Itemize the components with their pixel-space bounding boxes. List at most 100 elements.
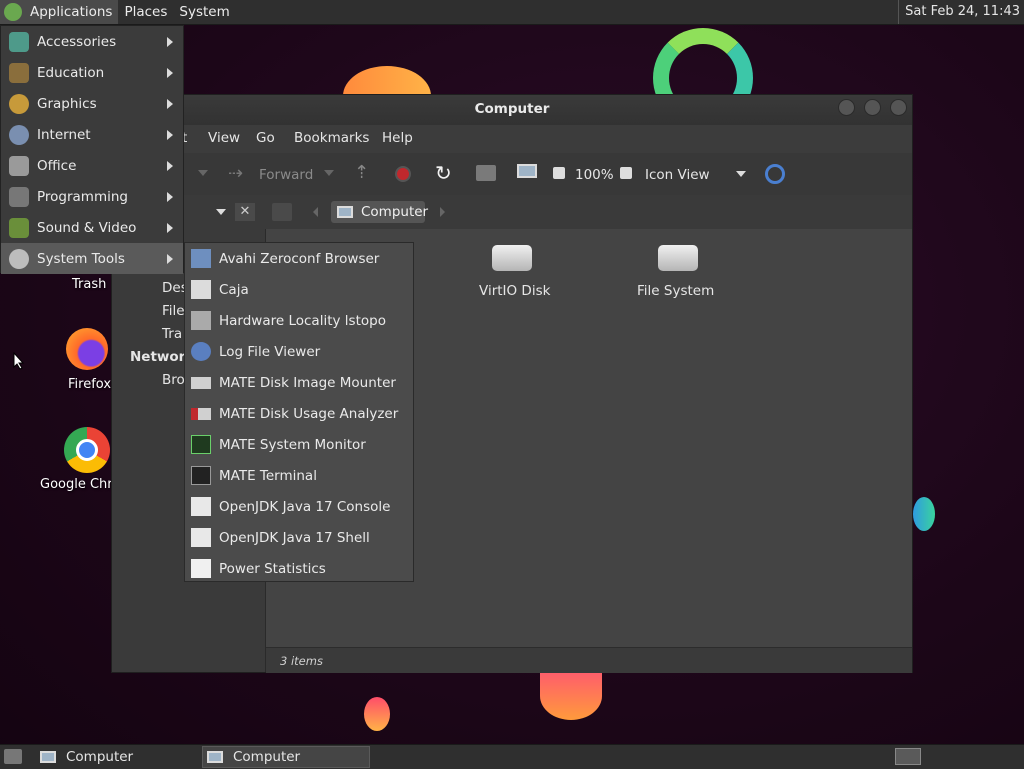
app-menu-label: Accessories bbox=[37, 33, 117, 50]
maximize-button[interactable] bbox=[864, 99, 881, 116]
menu-item-java-shell[interactable]: OpenJDK Java 17 Shell bbox=[185, 522, 413, 553]
back-dropdown-arrow-icon[interactable] bbox=[198, 170, 208, 176]
menu-help[interactable]: Help bbox=[382, 130, 413, 146]
app-menu-label: Education bbox=[37, 64, 105, 81]
sidebar-item-trash[interactable]: Tra bbox=[162, 326, 182, 342]
drive-label: VirtIO Disk bbox=[479, 283, 551, 299]
breadcrumb-computer[interactable]: Computer bbox=[331, 201, 428, 223]
workspace-switcher-icon[interactable] bbox=[895, 748, 921, 765]
programming-icon bbox=[9, 186, 29, 207]
search-icon[interactable] bbox=[765, 164, 785, 184]
close-sidebar-icon[interactable]: ✕ bbox=[235, 203, 255, 221]
chevron-down-icon[interactable] bbox=[736, 171, 746, 177]
view-mode-select[interactable]: Icon View bbox=[645, 167, 710, 183]
forward-arrow-icon[interactable]: ⇢ bbox=[228, 163, 243, 184]
globe-icon bbox=[9, 124, 29, 145]
menu-item-disk-usage[interactable]: MATE Disk Usage Analyzer bbox=[185, 398, 413, 429]
window-titlebar[interactable]: Computer bbox=[112, 95, 912, 125]
menu-item-caja[interactable]: Caja bbox=[185, 274, 413, 305]
gear-icon bbox=[9, 248, 29, 269]
submenu-arrow-icon bbox=[167, 253, 173, 264]
menu-item-label: OpenJDK Java 17 Console bbox=[219, 499, 391, 515]
app-menu-sound-video[interactable]: Sound & Video bbox=[1, 212, 183, 243]
computer-icon bbox=[40, 751, 56, 763]
wallpaper-shape bbox=[913, 497, 935, 531]
graphics-icon bbox=[9, 93, 29, 114]
places-menu[interactable]: Places bbox=[118, 0, 173, 24]
taskbar-label: Computer bbox=[66, 749, 134, 765]
submenu-arrow-icon bbox=[167, 160, 173, 171]
status-bar: 3 items bbox=[266, 647, 912, 673]
menu-go[interactable]: Go bbox=[256, 130, 275, 146]
sidebar-dropdown-arrow-icon[interactable] bbox=[216, 209, 226, 215]
network-browser-icon bbox=[191, 249, 211, 268]
menu-item-label: Log File Viewer bbox=[219, 344, 321, 360]
menu-item-system-monitor[interactable]: MATE System Monitor bbox=[185, 429, 413, 460]
app-menu-education[interactable]: Education bbox=[1, 57, 183, 88]
forward-button[interactable]: Forward bbox=[259, 167, 313, 183]
system-monitor-icon bbox=[191, 435, 211, 454]
app-menu-graphics[interactable]: Graphics bbox=[1, 88, 183, 119]
taskbar-button-computer-active[interactable]: Computer bbox=[202, 746, 370, 768]
crumb-left-arrow-icon[interactable] bbox=[313, 207, 318, 217]
menu-bookmarks[interactable]: Bookmarks bbox=[294, 130, 369, 146]
sidebar-item-browse-network[interactable]: Bro bbox=[162, 372, 185, 388]
menu-item-terminal[interactable]: MATE Terminal bbox=[185, 460, 413, 491]
mouse-pointer-icon bbox=[13, 352, 25, 370]
clock[interactable]: Sat Feb 24, 11:43 bbox=[898, 0, 1020, 24]
system-tools-submenu: Avahi Zeroconf Browser Caja Hardware Loc… bbox=[184, 242, 414, 582]
reload-icon[interactable]: ↻ bbox=[435, 161, 452, 185]
minimize-button[interactable] bbox=[838, 99, 855, 116]
app-menu-accessories[interactable]: Accessories bbox=[1, 26, 183, 57]
zoom-in-icon[interactable] bbox=[620, 167, 632, 179]
forward-dropdown-arrow-icon[interactable] bbox=[324, 170, 334, 176]
menu-item-disk-mounter[interactable]: MATE Disk Image Mounter bbox=[185, 367, 413, 398]
chrome-icon bbox=[64, 427, 110, 473]
computer-icon bbox=[337, 206, 353, 218]
menu-item-lstopo[interactable]: Hardware Locality lstopo bbox=[185, 305, 413, 336]
app-menu-programming[interactable]: Programming bbox=[1, 181, 183, 212]
menu-item-log-viewer[interactable]: Log File Viewer bbox=[185, 336, 413, 367]
app-menu-internet[interactable]: Internet bbox=[1, 119, 183, 150]
menu-item-label: MATE Terminal bbox=[219, 468, 317, 484]
java-icon bbox=[191, 497, 211, 516]
up-arrow-icon[interactable]: ⇡ bbox=[354, 162, 369, 183]
zoom-out-icon[interactable] bbox=[553, 167, 565, 179]
home-icon[interactable] bbox=[476, 165, 496, 181]
window-menubar: t View Go Bookmarks Help bbox=[112, 125, 912, 151]
menu-item-label: Power Statistics bbox=[219, 561, 326, 577]
disk-icon bbox=[191, 377, 211, 389]
app-menu-office[interactable]: Office bbox=[1, 150, 183, 181]
drive-item-filesystem[interactable]: File System bbox=[630, 239, 720, 305]
bottom-panel: Computer Computer bbox=[0, 744, 1024, 769]
firefox-label: Firefox bbox=[68, 377, 112, 392]
chrome-desktop-icon[interactable]: Google Chr bbox=[38, 425, 118, 495]
menu-item-java-console[interactable]: OpenJDK Java 17 Console bbox=[185, 491, 413, 522]
show-desktop-icon[interactable] bbox=[4, 749, 22, 764]
menu-item-label: Hardware Locality lstopo bbox=[219, 313, 386, 329]
sidebar-item-filesystem[interactable]: File bbox=[162, 303, 185, 319]
submenu-arrow-icon bbox=[167, 36, 173, 47]
menu-item-power-statistics[interactable]: Power Statistics bbox=[185, 553, 413, 584]
office-icon bbox=[9, 155, 29, 176]
app-menu-system-tools[interactable]: System Tools bbox=[1, 243, 183, 274]
system-menu[interactable]: System bbox=[173, 0, 235, 24]
computer-icon bbox=[207, 751, 223, 763]
submenu-arrow-icon bbox=[167, 67, 173, 78]
close-button[interactable] bbox=[890, 99, 907, 116]
drive-item-virtio[interactable]: VirtIO Disk bbox=[472, 239, 552, 305]
taskbar-button-computer[interactable]: Computer bbox=[34, 746, 200, 768]
wallpaper-shape bbox=[540, 672, 602, 720]
log-viewer-icon bbox=[191, 342, 211, 361]
menu-item-avahi[interactable]: Avahi Zeroconf Browser bbox=[185, 243, 413, 274]
menu-item-label: Avahi Zeroconf Browser bbox=[219, 251, 380, 267]
stop-icon[interactable] bbox=[395, 166, 411, 182]
crumb-right-arrow-icon[interactable] bbox=[440, 207, 445, 217]
edit-location-icon[interactable] bbox=[272, 203, 292, 221]
trash-label: Trash bbox=[72, 277, 107, 292]
wallpaper-shape bbox=[364, 697, 390, 731]
computer-icon[interactable] bbox=[517, 164, 537, 178]
menu-view[interactable]: View bbox=[208, 130, 240, 146]
disk-usage-icon bbox=[191, 408, 211, 420]
applications-menu[interactable]: Applications bbox=[0, 0, 119, 24]
